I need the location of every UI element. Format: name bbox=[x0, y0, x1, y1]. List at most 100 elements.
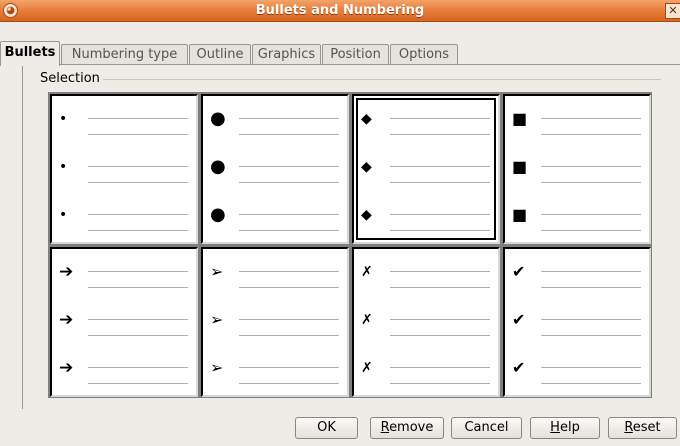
reset-label: eset bbox=[632, 420, 661, 435]
bullet-preview-row: ✔ bbox=[505, 305, 649, 353]
bold-arrow-icon: ➔ bbox=[59, 358, 74, 378]
preview-text-line bbox=[390, 335, 490, 336]
reset-button[interactable]: Reset bbox=[608, 417, 677, 439]
bullet-style-diamond[interactable]: ◆ ◆ ◆ bbox=[352, 94, 500, 244]
remove-button[interactable]: Remove bbox=[370, 417, 444, 439]
diamond-icon: ◆ bbox=[361, 111, 372, 127]
bullet-preview-row: ✗ bbox=[354, 305, 498, 353]
preview-text-line bbox=[541, 287, 641, 288]
cross-mark-icon: ✗ bbox=[361, 360, 373, 376]
bullet-preview-row: ➔ bbox=[52, 353, 196, 401]
tab-numbering-type[interactable]: Numbering type bbox=[61, 44, 188, 65]
preview-text-line bbox=[541, 230, 641, 231]
bullet-style-cross-mark[interactable]: ✗ ✗ ✗ bbox=[352, 247, 500, 397]
preview-text-line bbox=[239, 319, 339, 320]
bullet-preview-row: • bbox=[52, 152, 196, 200]
small-dot-icon: • bbox=[59, 111, 68, 127]
bullet-preview-row: ■ bbox=[505, 200, 649, 248]
bullet-preview-row: ◆ bbox=[354, 152, 498, 200]
preview-text-line bbox=[88, 287, 188, 288]
preview-text-line bbox=[239, 287, 339, 288]
bullet-preview-row: ➢ bbox=[203, 353, 347, 401]
bullet-preview-row: ■ bbox=[505, 104, 649, 152]
preview-text-line bbox=[541, 182, 641, 183]
square-icon: ■ bbox=[512, 109, 528, 128]
preview-text-line bbox=[390, 383, 490, 384]
preview-text-line bbox=[88, 166, 188, 167]
bullet-preview-row: ➢ bbox=[203, 305, 347, 353]
bullet-preview-row: ✗ bbox=[354, 353, 498, 401]
tab-graphics[interactable]: Graphics bbox=[252, 44, 321, 65]
arrowhead-icon: ➢ bbox=[210, 262, 224, 281]
ok-button[interactable]: OK bbox=[295, 417, 358, 439]
bold-arrow-icon: ➔ bbox=[59, 262, 74, 282]
square-icon: ■ bbox=[512, 205, 528, 224]
selection-divider bbox=[103, 79, 661, 80]
preview-text-line bbox=[390, 134, 490, 135]
preview-text-line bbox=[541, 383, 641, 384]
preview-text-line bbox=[541, 335, 641, 336]
tab-position[interactable]: Position bbox=[322, 44, 389, 65]
bullet-style-bold-arrow[interactable]: ➔ ➔ ➔ bbox=[50, 247, 198, 397]
preview-text-line bbox=[541, 166, 641, 167]
preview-text-line bbox=[390, 271, 490, 272]
preview-text-line bbox=[239, 383, 339, 384]
cancel-button[interactable]: Cancel bbox=[451, 417, 522, 439]
preview-text-line bbox=[239, 335, 339, 336]
preview-text-line bbox=[390, 182, 490, 183]
bullet-style-arrowhead[interactable]: ➢ ➢ ➢ bbox=[201, 247, 349, 397]
preview-text-line bbox=[541, 134, 641, 135]
check-mark-icon: ✔ bbox=[512, 358, 526, 377]
bullet-preview-row: ✗ bbox=[354, 257, 498, 305]
bullet-preview-row: • bbox=[52, 104, 196, 152]
preview-text-line bbox=[541, 214, 641, 215]
arrowhead-icon: ➢ bbox=[210, 358, 224, 377]
preview-text-line bbox=[239, 367, 339, 368]
reset-mnemonic: R bbox=[624, 420, 633, 435]
preview-text-line bbox=[88, 214, 188, 215]
bullet-preview-row: ● bbox=[203, 200, 347, 248]
bullet-preview-row: ✔ bbox=[505, 257, 649, 305]
bullet-preview-row: ◆ bbox=[354, 200, 498, 248]
preview-text-line bbox=[88, 367, 188, 368]
bullet-preview-row: ➢ bbox=[203, 257, 347, 305]
bullet-style-large-dot[interactable]: ● ● ● bbox=[201, 94, 349, 244]
help-mnemonic: H bbox=[550, 420, 560, 435]
selection-label: Selection bbox=[40, 71, 104, 86]
bullet-style-square[interactable]: ■ ■ ■ bbox=[503, 94, 651, 244]
tab-outline[interactable]: Outline bbox=[189, 44, 251, 65]
preview-text-line bbox=[239, 182, 339, 183]
preview-text-line bbox=[541, 319, 641, 320]
diamond-icon: ◆ bbox=[361, 207, 372, 223]
preview-text-line bbox=[541, 367, 641, 368]
preview-text-line bbox=[390, 166, 490, 167]
preview-text-line bbox=[88, 335, 188, 336]
close-icon[interactable]: ✕ bbox=[665, 3, 680, 19]
bullet-preview-row: ➔ bbox=[52, 305, 196, 353]
bullet-preview-row: ➔ bbox=[52, 257, 196, 305]
preview-text-line bbox=[390, 367, 490, 368]
bullet-preview-row: ● bbox=[203, 104, 347, 152]
bullet-style-check-mark[interactable]: ✔ ✔ ✔ bbox=[503, 247, 651, 397]
remove-label: emove bbox=[389, 420, 434, 435]
large-dot-icon: ● bbox=[210, 156, 226, 177]
preview-text-line bbox=[88, 383, 188, 384]
tab-options[interactable]: Options bbox=[390, 44, 458, 65]
square-icon: ■ bbox=[512, 157, 528, 176]
help-label: elp bbox=[559, 420, 580, 435]
remove-mnemonic: R bbox=[380, 420, 390, 435]
preview-text-line bbox=[390, 214, 490, 215]
preview-text-line bbox=[239, 214, 339, 215]
help-button[interactable]: Help bbox=[530, 417, 600, 439]
tab-bullets[interactable]: Bullets bbox=[0, 41, 60, 66]
preview-text-line bbox=[239, 271, 339, 272]
bullet-preview-row: ◆ bbox=[354, 104, 498, 152]
preview-text-line bbox=[88, 271, 188, 272]
bold-arrow-icon: ➔ bbox=[59, 310, 74, 330]
cross-mark-icon: ✗ bbox=[361, 312, 373, 328]
preview-text-line bbox=[239, 166, 339, 167]
preview-text-line bbox=[239, 230, 339, 231]
check-mark-icon: ✔ bbox=[512, 262, 526, 281]
bullet-style-small-dot[interactable]: • • • bbox=[50, 94, 198, 244]
bullet-style-grid: • • • ● ● ● ◆ ◆ ◆ ■ ■ ■ ➔ ➔ ➔ ➢ ➢ ➢ ✗ ✗ ✗ ✔ ✔ ✔ bbox=[48, 92, 652, 398]
